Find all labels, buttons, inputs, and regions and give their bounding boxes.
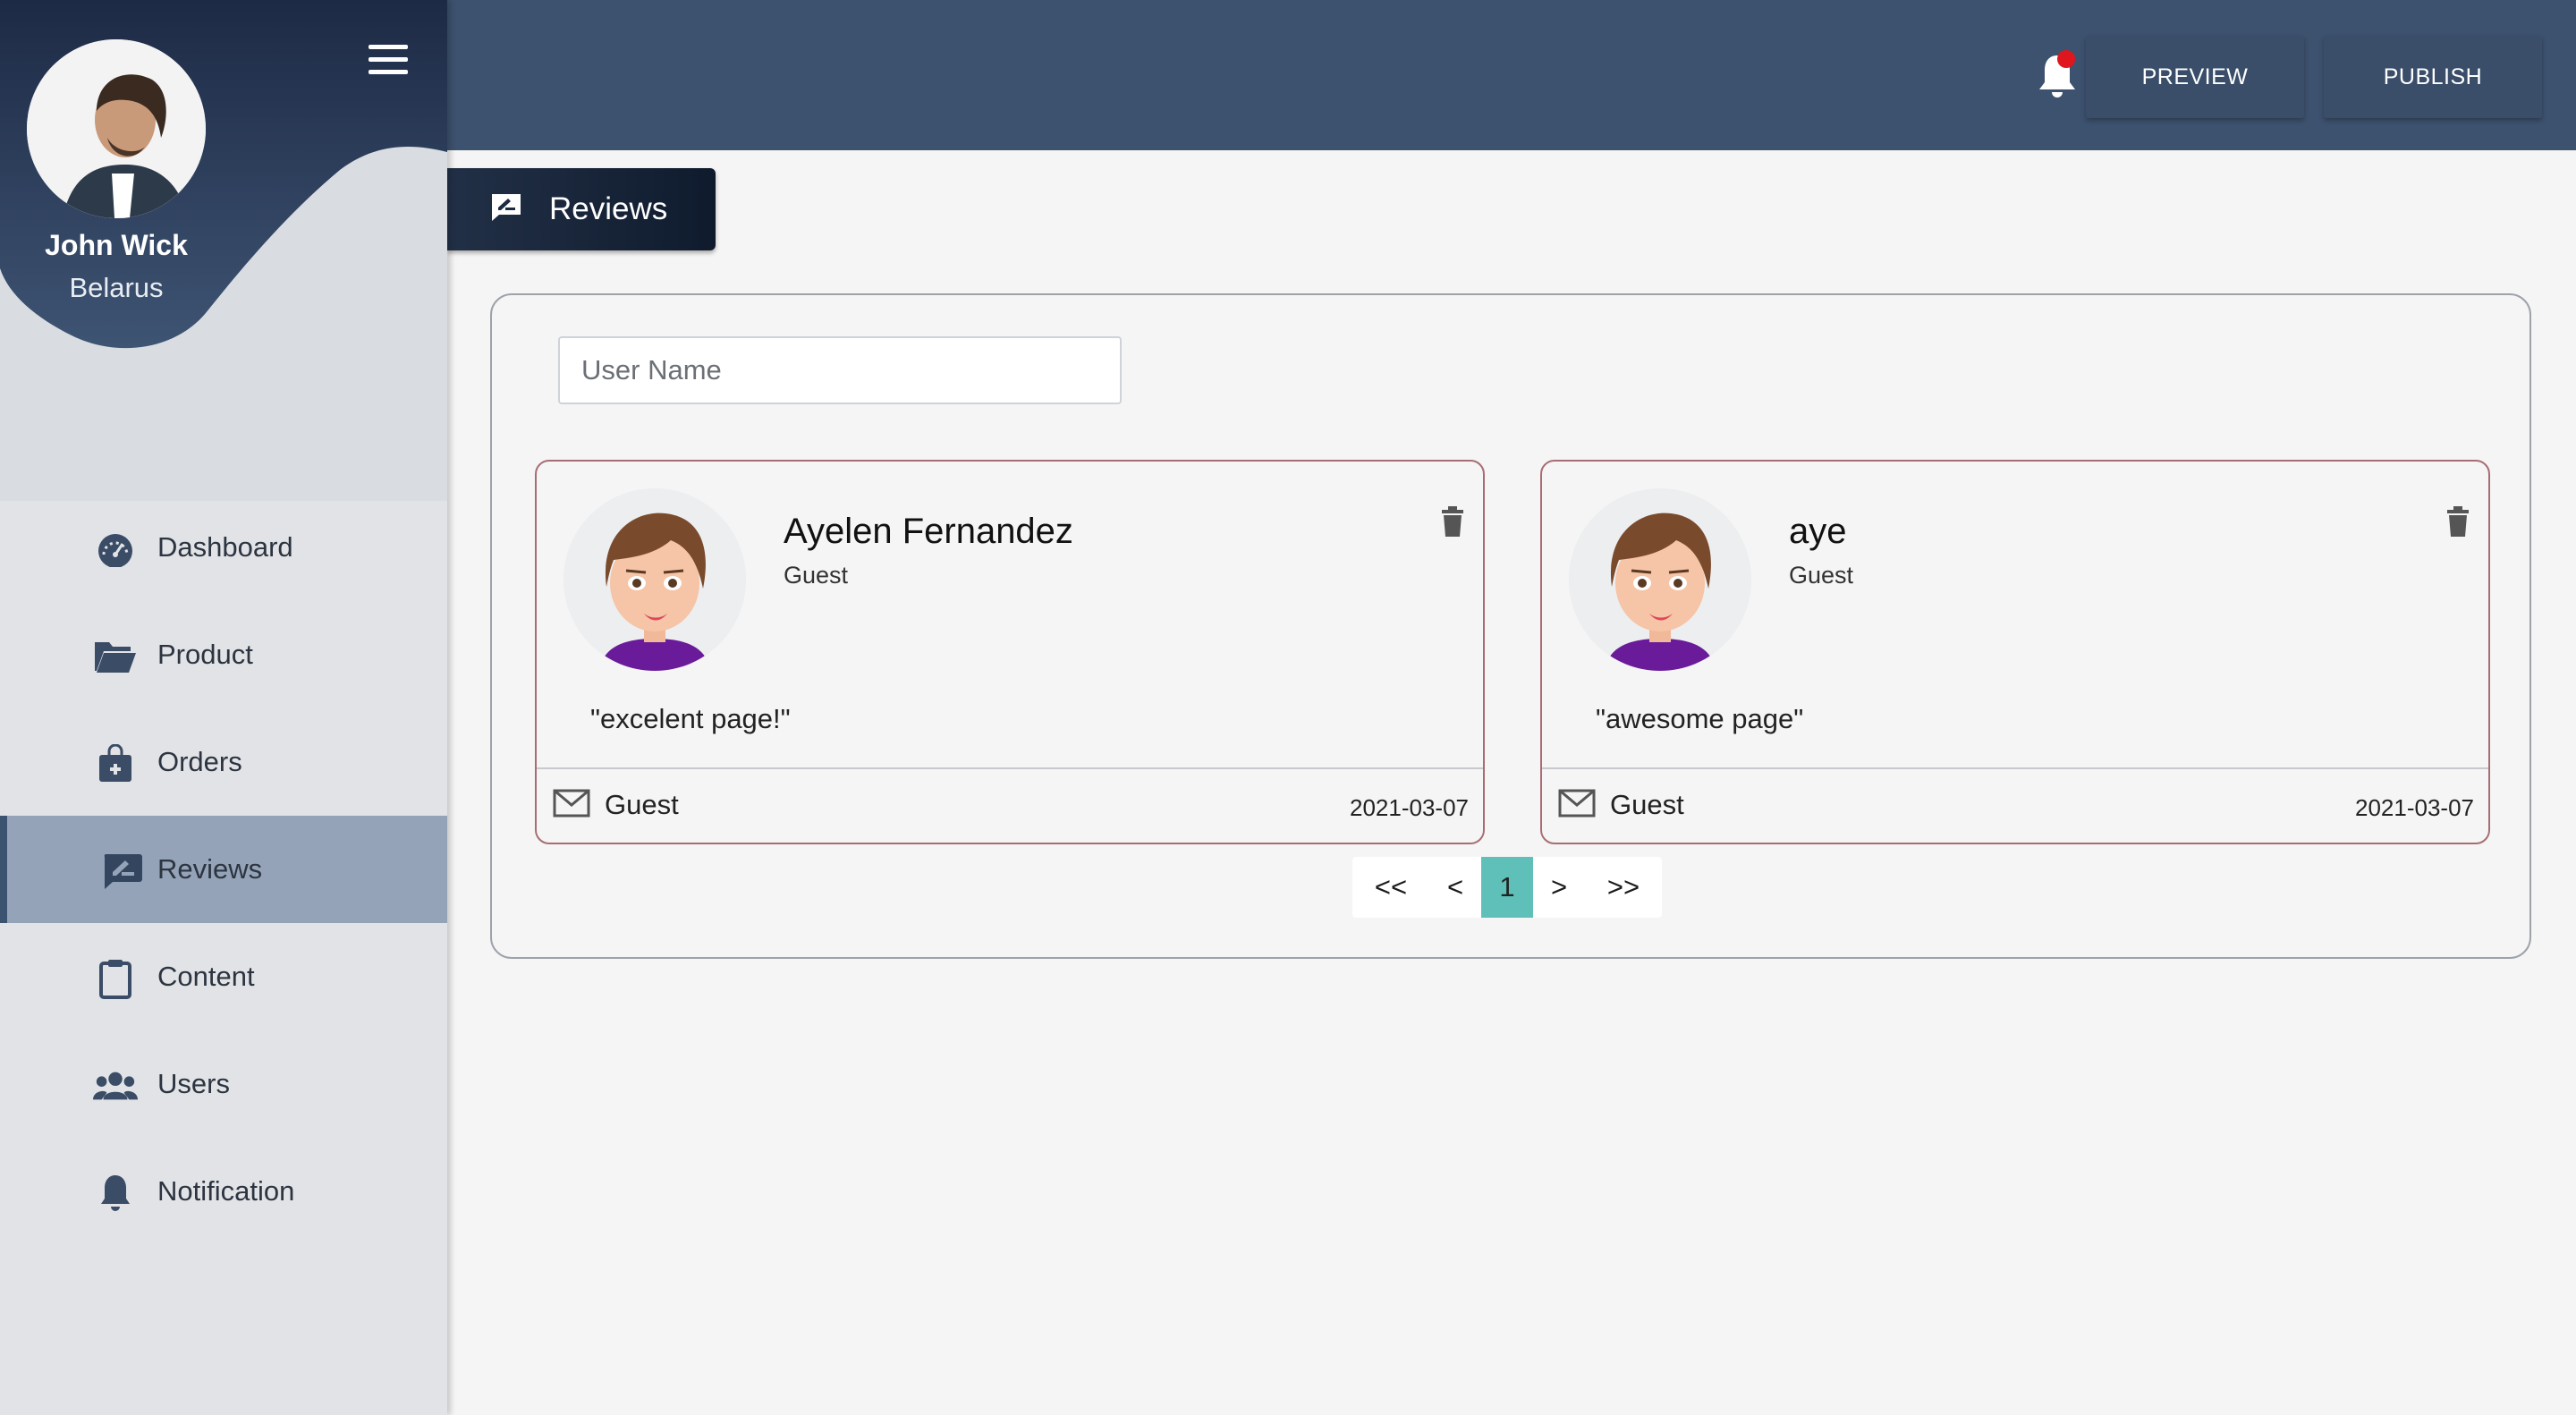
reviewer-name: aye (1789, 512, 1847, 551)
rate-review-icon (100, 852, 145, 891)
folder-open-icon (93, 637, 138, 676)
profile-header: John Wick Belarus (0, 0, 447, 501)
page-title-tab: Reviews (447, 168, 716, 250)
rate-review-icon (490, 193, 522, 226)
page-title: Reviews (549, 191, 668, 226)
top-bar: PREVIEW PUBLISH (447, 0, 2576, 150)
shopping-bag-icon (93, 744, 138, 784)
review-card-footer: Guest 2021-03-07 (1542, 767, 2488, 843)
last-page-button[interactable]: >> (1585, 857, 1662, 918)
sidebar-item-label: Dashboard (157, 531, 293, 563)
profile-avatar[interactable] (27, 39, 206, 218)
delete-icon[interactable] (1440, 506, 1465, 537)
sidebar-item-users[interactable]: Users (0, 1030, 447, 1138)
clipboard-icon (93, 959, 138, 999)
first-page-button[interactable]: << (1352, 857, 1429, 918)
review-date: 2021-03-07 (2355, 794, 2474, 821)
profile-country: Belarus (69, 272, 164, 303)
sidebar-item-label: Notification (157, 1175, 295, 1207)
sidebar-item-orders[interactable]: Orders (0, 708, 447, 816)
sidebar: John Wick Belarus Dashboard Product Orde… (0, 0, 447, 1415)
sidebar-item-label: Orders (157, 746, 242, 777)
sidebar-item-reviews[interactable]: Reviews (0, 816, 447, 923)
sidebar-item-dashboard[interactable]: Dashboard (0, 494, 447, 601)
reviewer-avatar (564, 488, 746, 671)
sidebar-item-label: Content (157, 961, 255, 992)
reviews-panel: Ayelen Fernandez Guest "excelent page!" … (490, 293, 2531, 959)
page-number-button[interactable]: 1 (1481, 857, 1533, 918)
sidebar-item-content[interactable]: Content (0, 923, 447, 1030)
publish-button[interactable]: PUBLISH (2324, 36, 2542, 118)
user-name-search-input[interactable] (558, 336, 1122, 404)
sidebar-item-label: Users (157, 1068, 230, 1099)
review-date: 2021-03-07 (1350, 794, 1469, 821)
reviewer-avatar (1569, 488, 1751, 671)
review-footer-name: Guest (605, 789, 679, 820)
pagination: << < 1 > >> (1352, 857, 1662, 918)
reviewer-role: Guest (1789, 562, 1854, 589)
next-page-button[interactable]: > (1533, 857, 1585, 918)
profile-name: John Wick (45, 229, 188, 261)
bell-icon (93, 1174, 138, 1213)
previous-page-button[interactable]: < (1429, 857, 1481, 918)
review-card: aye Guest "awesome page" Guest 2021-03-0… (1540, 460, 2490, 844)
mail-icon (1558, 789, 1596, 826)
notification-badge (2057, 50, 2075, 68)
reviewer-role: Guest (784, 562, 849, 589)
review-card-footer: Guest 2021-03-07 (537, 767, 1483, 843)
users-icon (93, 1066, 138, 1106)
review-comment: "excelent page!" (590, 703, 791, 734)
sidebar-item-product[interactable]: Product (0, 601, 447, 708)
sidebar-item-label: Product (157, 639, 253, 670)
sidebar-item-label: Reviews (157, 853, 263, 885)
review-card: Ayelen Fernandez Guest "excelent page!" … (535, 460, 1485, 844)
review-footer-name: Guest (1610, 789, 1684, 820)
delete-icon[interactable] (2445, 506, 2470, 537)
menu-toggle-icon[interactable] (369, 45, 408, 75)
sidebar-item-notification[interactable]: Notification (0, 1138, 447, 1245)
preview-button[interactable]: PREVIEW (2086, 36, 2304, 118)
sidebar-nav: Dashboard Product Orders Reviews Content (0, 494, 447, 1245)
mail-icon (553, 789, 590, 826)
speedometer-icon (93, 530, 138, 569)
review-comment: "awesome page" (1596, 703, 1804, 734)
reviewer-name: Ayelen Fernandez (784, 512, 1073, 551)
